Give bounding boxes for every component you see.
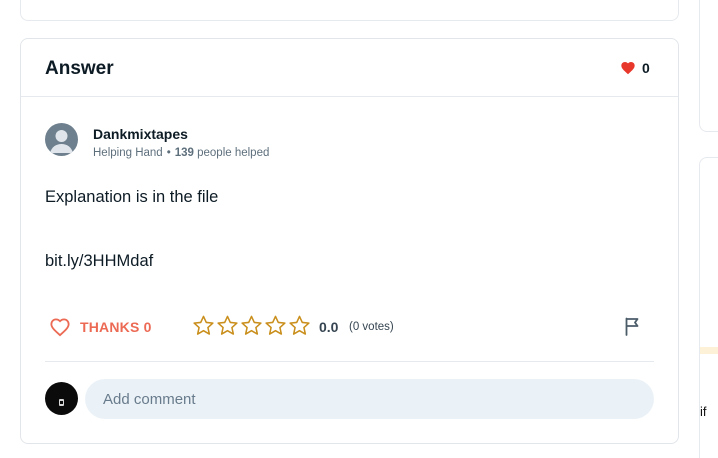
author-avatar[interactable] <box>45 123 78 156</box>
thanks-label: THANKS 0 <box>80 319 152 335</box>
answer-link[interactable]: bit.ly/3HHMdaf <box>45 252 153 271</box>
author-meta: Helping Hand • 139 people helped <box>93 147 269 159</box>
heart-outline-icon <box>50 318 70 337</box>
star-outline-icon[interactable] <box>288 314 311 337</box>
likes-count: 0 <box>642 60 650 76</box>
rating-votes: (0 votes) <box>349 321 394 333</box>
author-name[interactable]: Dankmixtapes <box>93 126 188 142</box>
answer-title: Answer <box>45 58 114 79</box>
helped-count: 139 <box>174 147 194 159</box>
answer-body: Explanation is in the file <box>45 188 219 206</box>
author-rank: Helping Hand <box>93 147 163 159</box>
user-avatar-icon <box>59 399 64 406</box>
sidebar-text-fragment: if <box>700 404 707 419</box>
rating-stars[interactable] <box>192 314 311 337</box>
helped-suffix: people helped <box>197 147 270 159</box>
answer-card: Answer 0 Dankmixtapes Helping Hand • 139 p… <box>20 38 679 444</box>
page: if Answer 0 Dankmixtapes Helping Hand • 13… <box>0 0 718 458</box>
separator-dot: • <box>166 147 171 159</box>
previous-card <box>20 0 679 21</box>
answer-header: Answer 0 <box>21 39 678 97</box>
sidebar-card-top <box>699 0 718 132</box>
star-outline-icon[interactable] <box>192 314 215 337</box>
commenter-avatar <box>45 382 78 415</box>
heart-icon[interactable] <box>620 60 636 76</box>
comment-input[interactable] <box>85 379 654 419</box>
divider <box>45 361 654 362</box>
sidebar-highlight <box>700 347 718 354</box>
star-outline-icon[interactable] <box>240 314 263 337</box>
star-outline-icon[interactable] <box>216 314 239 337</box>
star-outline-icon[interactable] <box>264 314 287 337</box>
rating-value: 0.0 <box>319 319 339 335</box>
thanks-button[interactable]: THANKS 0 <box>49 313 152 341</box>
user-avatar-icon <box>50 130 73 153</box>
flag-icon[interactable] <box>624 316 642 336</box>
